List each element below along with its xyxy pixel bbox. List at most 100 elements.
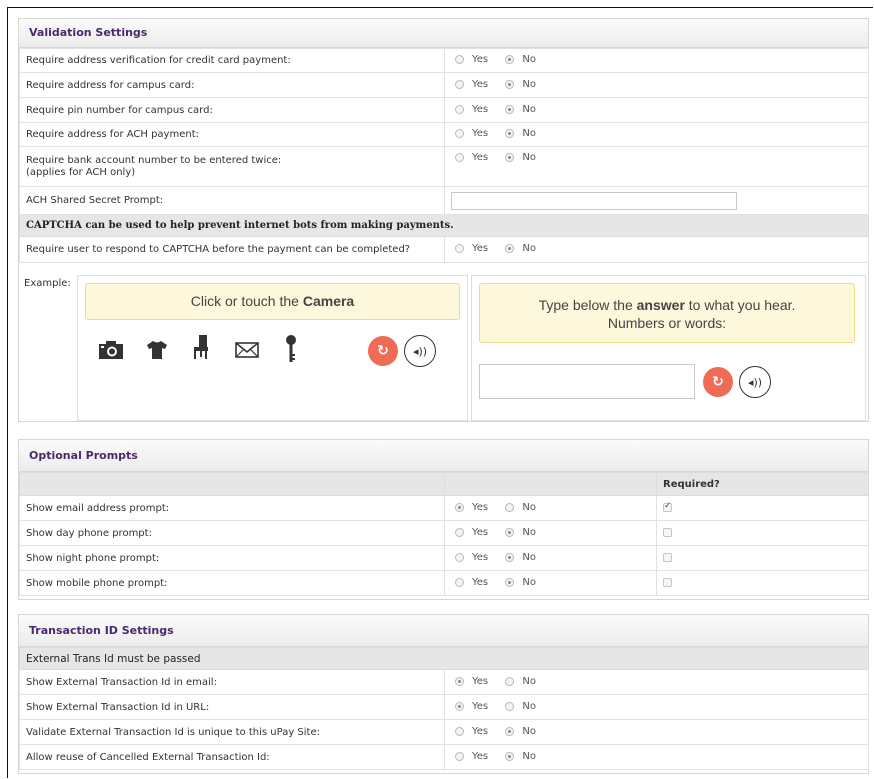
no-radio[interactable] (505, 104, 515, 114)
yes-radio[interactable] (455, 527, 464, 537)
no-option[interactable]: No (505, 726, 536, 737)
chair-icon[interactable] (188, 335, 214, 359)
required-header: Required? (656, 472, 869, 496)
yes-option[interactable]: Yes (455, 577, 488, 588)
camera-icon[interactable] (98, 338, 124, 362)
row-label: Show mobile phone prompt: (19, 570, 445, 596)
transaction-id-title: Transaction ID Settings (19, 615, 868, 647)
captcha-image-example: Click or touch the Camera ↻ ◂)) (77, 275, 468, 421)
yes-option[interactable]: Yes (455, 726, 488, 737)
required-checkbox[interactable] (663, 501, 672, 512)
no-radio[interactable] (505, 577, 515, 587)
no-radio[interactable] (505, 751, 515, 761)
no-option[interactable]: No (505, 128, 536, 139)
row-label: Require pin number for campus card: (19, 97, 445, 123)
no-radio[interactable] (505, 726, 515, 736)
yes-radio[interactable] (455, 129, 464, 138)
captcha-audio-button[interactable]: ◂)) (404, 335, 436, 367)
yes-option[interactable]: Yes (455, 54, 488, 65)
yes-option[interactable]: Yes (455, 502, 488, 513)
yes-option[interactable]: Yes (455, 79, 488, 90)
yes-radio[interactable] (455, 104, 464, 114)
shirt-icon[interactable] (144, 338, 170, 362)
no-option[interactable]: No (505, 676, 536, 687)
radio-cell: Yes No (444, 669, 869, 695)
yes-radio[interactable] (455, 726, 464, 736)
captcha-audio-refresh-button[interactable]: ↻ (703, 367, 733, 397)
speaker-icon: ◂)) (412, 344, 428, 358)
captcha-answer-input[interactable] (479, 364, 695, 399)
optional-row: Show night phone prompt: Yes No (19, 545, 869, 571)
no-radio[interactable] (505, 701, 515, 711)
radio-cell: Yes No (444, 520, 657, 546)
yes-radio[interactable] (455, 751, 464, 761)
yes-radio[interactable] (455, 676, 464, 686)
captcha-refresh-button[interactable]: ↻ (368, 336, 398, 366)
no-radio[interactable] (505, 153, 515, 162)
yes-radio[interactable] (455, 502, 464, 512)
no-radio[interactable] (505, 129, 515, 138)
captcha-image-prompt: Click or touch the Camera (85, 283, 460, 320)
yes-option[interactable]: Yes (455, 152, 488, 163)
row-label: Validate External Transaction Id is uniq… (19, 719, 445, 745)
yes-radio[interactable] (455, 552, 464, 562)
no-option[interactable]: No (505, 701, 536, 712)
radio-cell: Yes No (444, 570, 657, 596)
validation-settings-panel: Validation Settings Require address veri… (18, 18, 869, 422)
yes-option[interactable]: Yes (455, 676, 488, 687)
yes-radio[interactable] (455, 577, 464, 587)
no-option[interactable]: No (505, 152, 536, 163)
speaker-icon: ◂)) (747, 375, 763, 389)
no-option[interactable]: No (505, 502, 536, 513)
yes-radio[interactable] (455, 153, 464, 162)
no-radio[interactable] (505, 79, 515, 89)
yes-option[interactable]: Yes (455, 104, 488, 115)
required-checkbox[interactable] (663, 553, 672, 562)
transaction-row: Show External Transaction Id in email: Y… (19, 669, 869, 695)
captcha-audio-prompt: Type below the answer to what you hear. … (479, 283, 855, 343)
yes-radio[interactable] (455, 55, 464, 64)
no-option[interactable]: No (505, 527, 536, 538)
yes-option[interactable]: Yes (455, 527, 488, 538)
no-radio[interactable] (505, 55, 515, 64)
yes-radio[interactable] (455, 244, 464, 253)
no-option[interactable]: No (505, 79, 536, 90)
radio-cell: Yes No (444, 545, 657, 571)
radio-cell: Yes No (444, 146, 869, 187)
no-radio[interactable] (505, 244, 515, 253)
ach-prompt-row: ACH Shared Secret Prompt: (19, 186, 869, 215)
no-option[interactable]: No (505, 54, 536, 65)
captcha-play-audio-button[interactable]: ◂)) (739, 366, 771, 398)
no-option[interactable]: No (505, 552, 536, 563)
yes-radio[interactable] (455, 79, 464, 89)
captcha-row: Require user to respond to CAPTCHA befor… (19, 236, 869, 263)
yes-option[interactable]: Yes (455, 128, 488, 139)
yes-option[interactable]: Yes (455, 552, 488, 563)
yes-radio[interactable] (455, 701, 464, 711)
required-checkbox[interactable] (663, 578, 672, 587)
no-option[interactable]: No (505, 243, 536, 254)
key-icon[interactable] (278, 334, 304, 364)
optional-row: Show email address prompt: Yes No (19, 495, 869, 521)
no-radio[interactable] (505, 502, 515, 512)
ach-prompt-label: ACH Shared Secret Prompt: (19, 186, 445, 215)
ach-prompt-input[interactable] (451, 191, 737, 210)
radio-cell: Yes No (444, 236, 869, 263)
no-option[interactable]: No (505, 751, 536, 762)
bank-note: (applies for ACH only) (26, 166, 136, 178)
envelope-icon[interactable] (234, 338, 260, 362)
optional-prompts-title: Optional Prompts (19, 440, 868, 472)
no-radio[interactable] (505, 676, 515, 686)
no-radio[interactable] (505, 552, 515, 562)
transaction-table: External Trans Id must be passed Show Ex… (19, 647, 869, 770)
no-option[interactable]: No (505, 104, 536, 115)
row-label: Show day phone prompt: (19, 520, 445, 546)
example-label: Example: (24, 278, 71, 289)
row-label: Require address verification for credit … (19, 48, 445, 73)
no-radio[interactable] (505, 527, 515, 537)
required-checkbox[interactable] (663, 528, 672, 537)
no-option[interactable]: No (505, 577, 536, 588)
yes-option[interactable]: Yes (455, 701, 488, 712)
yes-option[interactable]: Yes (455, 243, 488, 254)
yes-option[interactable]: Yes (455, 751, 488, 762)
